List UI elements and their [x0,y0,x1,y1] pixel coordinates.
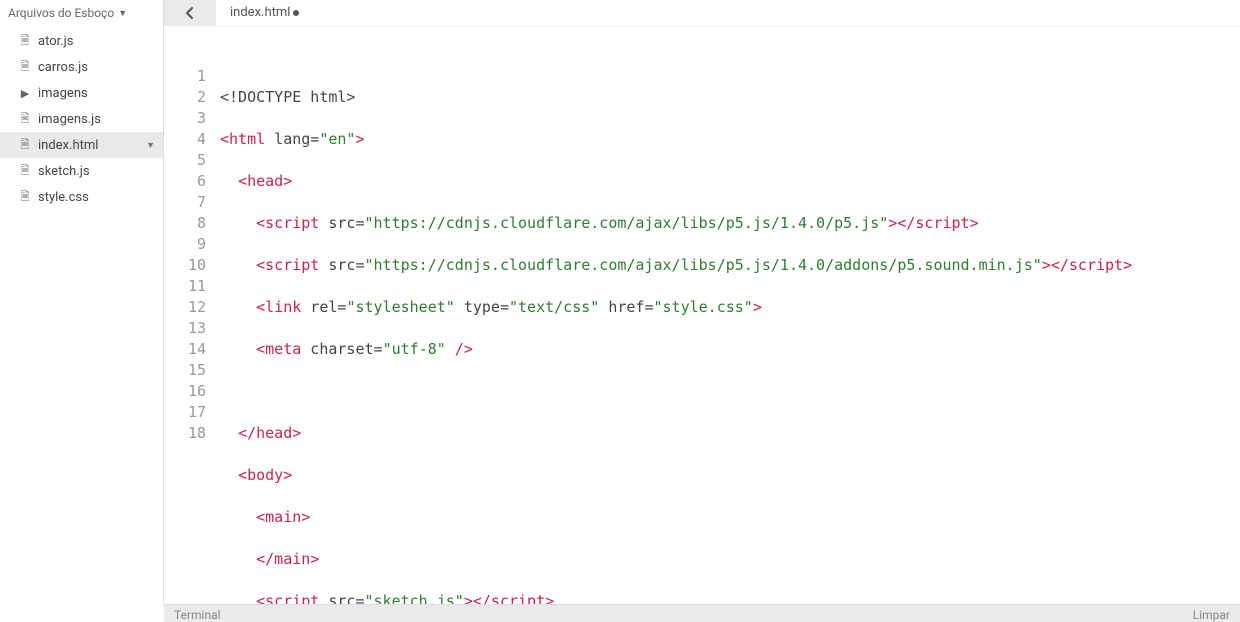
code-editor[interactable]: 123456789101112131415161718 <!DOCTYPE ht… [164,26,1240,604]
sidebar-header[interactable]: Arquivos do Esboço ▼ [0,0,163,26]
file-label: imagens.js [38,112,101,127]
file-label: index.html [38,138,98,153]
terminal-label: Terminal [174,608,221,622]
file-label: ator.js [38,34,73,49]
file-item-carros-js[interactable]: 🗎 carros.js [0,54,163,80]
caret-down-icon[interactable]: ▼ [146,140,155,151]
file-icon: 🗎 [18,188,32,207]
code-line: <main> [218,507,1240,528]
code-line: <meta charset="utf-8" /> [218,339,1240,360]
file-item-imagens[interactable]: ▶ imagens [0,80,163,106]
code-line: </head> [218,423,1240,444]
code-line: <body> [218,465,1240,486]
code-line: <html lang="en"> [218,129,1240,150]
code-line: <head> [218,171,1240,192]
file-icon: 🗎 [18,136,32,155]
file-item-sketch-js[interactable]: 🗎 sketch.js [0,158,163,184]
code-line [218,381,1240,402]
caret-down-icon: ▼ [118,8,127,19]
file-label: carros.js [38,60,88,75]
code-line: <script src="https://cdnjs.cloudflare.co… [218,213,1240,234]
file-label: style.css [38,190,89,205]
chevron-left-icon [185,6,195,20]
tab-index-html[interactable]: index.html [216,0,313,26]
file-list: 🗎 ator.js 🗎 carros.js ▶ imagens 🗎 imagens.js 🗎 in… [0,26,163,604]
back-button[interactable] [164,0,216,26]
file-icon: 🗎 [18,110,32,129]
code-line: </main> [218,549,1240,570]
file-item-imagens-js[interactable]: 🗎 imagens.js [0,106,163,132]
code-line: <script src="https://cdnjs.cloudflare.co… [218,255,1240,276]
file-icon: 🗎 [18,58,32,77]
code-line: <script src="sketch.js"></script> [218,591,1240,604]
folder-icon: ▶ [18,87,32,100]
file-item-index-html[interactable]: 🗎 index.html ▼ [0,132,163,158]
file-label: sketch.js [38,164,90,179]
editor-area: index.html 123456789101112131415161718 <… [164,0,1240,604]
clear-button[interactable]: Limpar [1193,608,1230,622]
file-sidebar: Arquivos do Esboço ▼ 🗎 ator.js 🗎 carros.js ▶… [0,0,164,604]
code-line: <link rel="stylesheet" type="text/css" h… [218,297,1240,318]
file-icon: 🗎 [18,162,32,181]
editor-header: index.html [164,0,1240,26]
tab-label: index.html [230,5,290,20]
file-icon: 🗎 [18,32,32,51]
line-gutter: 123456789101112131415161718 [164,26,216,604]
file-label: imagens [38,86,88,101]
file-item-ator-js[interactable]: 🗎 ator.js [0,28,163,54]
code-line: <!DOCTYPE html> [218,87,1240,108]
file-item-style-css[interactable]: 🗎 style.css [0,184,163,210]
modified-dot-icon [293,10,299,16]
sidebar-title: Arquivos do Esboço [8,6,114,20]
terminal-bar[interactable]: Terminal Limpar [164,604,1240,622]
code-content[interactable]: <!DOCTYPE html> <html lang="en"> <head> … [216,26,1240,604]
